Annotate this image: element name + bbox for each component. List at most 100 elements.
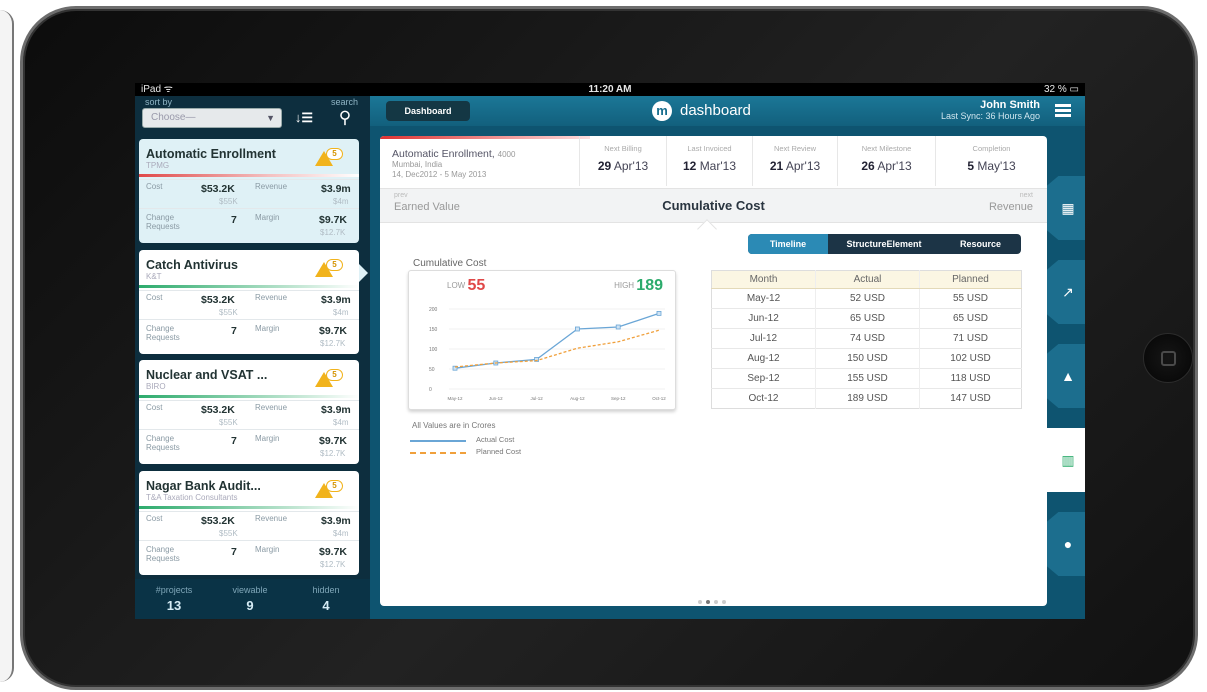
current-metric-title: Cumulative Cost [662, 198, 765, 213]
grid-icon: ▦ [1061, 200, 1075, 216]
project-card[interactable]: Nagar Bank Audit... T&A Taxation Consult… [139, 471, 359, 575]
alert-badge[interactable]: 5 [315, 369, 345, 387]
last-sync: Last Sync: 36 Hours Ago [940, 111, 1040, 121]
cell-planned: 55 USD [919, 288, 1022, 309]
dashboard-back-button[interactable]: Dashboard [386, 101, 470, 121]
status-bar-indicator [139, 174, 359, 177]
next-label: next [1019, 192, 1033, 199]
x-tick-label: Aug-12 [570, 396, 585, 401]
home-button[interactable] [1143, 333, 1193, 383]
card-row-change: Change Requests 7 Margin $9.7K $12.7K [139, 319, 359, 354]
milestone-item: Next Milestone 26 Apr'13 [837, 136, 935, 186]
column-header-planned: Planned [919, 270, 1022, 289]
y-tick-label: 50 [429, 367, 435, 373]
search-icon[interactable]: ⚲ [333, 107, 357, 129]
revenue-value: $3.9m [321, 183, 351, 195]
revenue-planned: $4m [333, 418, 349, 427]
tab-risks[interactable]: ▲ [1047, 344, 1085, 408]
data-table: Month Actual Planned May-12 52 USD 55 US… [711, 270, 1022, 409]
sort-order-icon[interactable]: ↓☰ [290, 109, 318, 127]
milestone-label: Next Milestone [861, 144, 912, 153]
next-metric-link[interactable]: Revenue [989, 201, 1033, 213]
project-card-client: T&A Taxation Consultants [146, 493, 238, 502]
alert-badge[interactable]: 5 [315, 148, 345, 166]
alert-count: 5 [326, 369, 343, 381]
cell-month: Sep-12 [711, 368, 816, 389]
tab-trends[interactable]: ↗ [1047, 260, 1085, 324]
change-value: 7 [231, 325, 237, 337]
revenue-label: Revenue [255, 403, 288, 412]
tab-overview[interactable]: ▦ [1047, 176, 1085, 240]
change-value: 7 [231, 214, 237, 226]
cost-planned: $55K [219, 308, 238, 317]
cell-month: May-12 [711, 288, 816, 309]
milestone-month: Apr'13 [613, 159, 649, 173]
project-card[interactable]: Catch Antivirus K&T 5 Cost $53.2K $55K R… [139, 250, 359, 354]
milestone-item: Last Invoiced 12 Mar'13 [666, 136, 752, 186]
footer-label: hidden [312, 585, 340, 595]
page-dot-active [706, 600, 710, 604]
milestone-day: 29 [597, 159, 612, 173]
milestone-month: May'13 [977, 159, 1016, 173]
chart-legend: Actual Cost Planned Cost [410, 434, 521, 458]
cell-month: Aug-12 [711, 348, 816, 369]
table-row: Oct-12 189 USD 147 USD [711, 388, 1022, 409]
segment-resource[interactable]: Resource [940, 234, 1021, 254]
data-point [574, 326, 580, 332]
page-dot [722, 600, 726, 604]
user-info[interactable]: John Smith Last Sync: 36 Hours Ago [941, 99, 1040, 121]
cell-actual: 189 USD [815, 388, 920, 409]
alert-count: 5 [326, 148, 343, 160]
alert-badge[interactable]: 5 [315, 480, 345, 498]
revenue-value: $3.9m [321, 404, 351, 416]
revenue-label: Revenue [255, 182, 288, 191]
cell-actual: 52 USD [815, 288, 920, 309]
segment-structure-element[interactable]: StructureElement [828, 234, 940, 254]
cell-actual: 155 USD [815, 368, 920, 389]
values-note: All Values are in Crores [412, 421, 496, 430]
footer-value: 4 [322, 598, 330, 613]
sidebar-footer: #projects 13 viewable 9 hidden 4 [135, 579, 370, 619]
footer-label: #projects [155, 585, 193, 595]
margin-value: $9.7K [319, 214, 348, 226]
margin-planned: $12.7K [320, 560, 346, 569]
cell-actual: 74 USD [815, 328, 920, 349]
legend-actual: Actual Cost [410, 434, 521, 446]
person-icon: ● [1063, 536, 1073, 552]
page-indicator [698, 591, 730, 606]
margin-label: Margin [255, 434, 280, 443]
warning-icon: ▲ [1061, 368, 1075, 384]
trend-icon: ↗ [1062, 284, 1074, 300]
alert-badge[interactable]: 5 [315, 259, 345, 277]
sidebar: sort by search Choose— ▼ ↓☰ ⚲ Automatic E… [135, 96, 370, 619]
project-card-client: BIRO [146, 382, 166, 391]
hamburger-menu-icon[interactable] [1055, 104, 1071, 118]
margin-value: $9.7K [319, 546, 348, 558]
margin-label: Margin [255, 545, 280, 554]
cell-actual: 150 USD [815, 348, 920, 369]
milestone-day: 5 [967, 159, 975, 173]
table-row: Sep-12 155 USD 118 USD [711, 368, 1022, 389]
milestone-day: 12 [682, 159, 697, 173]
change-value: 7 [231, 546, 237, 558]
adjacent-device-edge [0, 10, 14, 682]
milestone-item: Completion 5 May'13 [935, 136, 1047, 186]
margin-planned: $12.7K [320, 339, 346, 348]
margin-planned: $12.7K [320, 449, 346, 458]
alert-count: 5 [326, 480, 343, 492]
revenue-label: Revenue [255, 514, 288, 523]
tab-people[interactable]: ● [1047, 512, 1085, 576]
status-bar-indicator [139, 285, 359, 288]
milestone-day: 21 [769, 159, 784, 173]
milestone-label: Next Review [773, 144, 817, 153]
tab-financials[interactable]: ▥ [1047, 428, 1085, 492]
x-tick-label: May-12 [447, 396, 463, 401]
legend-planned-label: Planned Cost [476, 447, 522, 456]
sort-label: sort by [145, 97, 173, 107]
status-line [380, 136, 590, 139]
segment-timeline[interactable]: Timeline [748, 234, 828, 254]
sort-dropdown[interactable]: Choose— ▼ [142, 108, 282, 128]
project-card[interactable]: Nuclear and VSAT ... BIRO 5 Cost $53.2K … [139, 360, 359, 464]
column-header-month: Month [711, 270, 816, 289]
project-card[interactable]: Automatic Enrollment TPMG 5 Cost $53.2K … [139, 139, 359, 243]
